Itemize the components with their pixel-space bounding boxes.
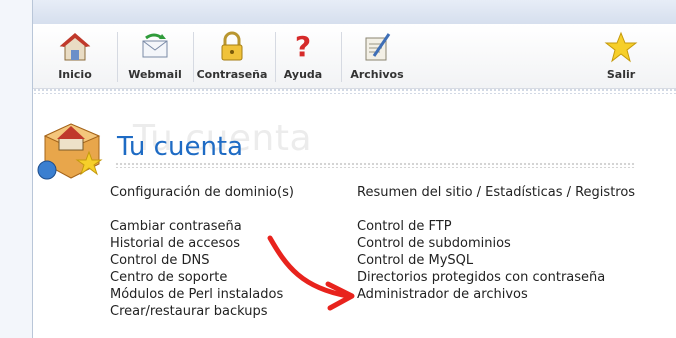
annotation-arrow <box>267 235 355 311</box>
account-box-icon <box>37 123 103 180</box>
link-domain-config[interactable]: Configuración de dominio(s) <box>110 184 294 201</box>
dotted-divider <box>33 88 676 94</box>
toolbar-logout-button[interactable]: Salir <box>599 24 643 88</box>
toolbar-webmail-button[interactable]: Webmail <box>119 24 191 88</box>
link-mysql-control[interactable]: Control de MySQL <box>357 252 635 269</box>
toolbar-files-button[interactable]: Archivos <box>345 24 409 88</box>
star-icon <box>604 31 638 63</box>
page-header: Tu cuenta Tu cuenta <box>37 104 676 184</box>
toolbar-label: Archivos <box>350 68 404 81</box>
link-ftp-control[interactable]: Control de FTP <box>357 218 635 235</box>
page-title: Tu cuenta <box>117 132 244 162</box>
toolbar-label: Salir <box>606 68 636 81</box>
toolbar-label: Ayuda <box>283 68 323 81</box>
toolbar-label: Webmail <box>128 68 182 81</box>
link-protected-directories[interactable]: Directorios protegidos con contraseña <box>357 269 635 286</box>
toolbar-password-button[interactable]: Contraseña <box>191 24 273 88</box>
links-right-column: Resumen del sitio / Estadísticas / Regis… <box>357 184 635 303</box>
lock-icon <box>221 31 243 61</box>
toolbar-label: Inicio <box>58 68 92 81</box>
link-file-manager[interactable]: Administrador de archivos <box>357 286 635 303</box>
home-icon <box>59 33 91 61</box>
toolbar-label: Contraseña <box>196 68 268 81</box>
toolbar: Inicio Webmail Contraseña ? Ayuda Archiv… <box>33 24 676 89</box>
title-dotted-line <box>115 162 635 168</box>
link-subdomains-control[interactable]: Control de subdominios <box>357 235 635 252</box>
help-icon: ? <box>295 30 311 63</box>
webmail-icon <box>142 33 168 58</box>
toolbar-inicio-button[interactable]: Inicio <box>43 24 107 88</box>
svg-text:?: ? <box>295 30 311 63</box>
link-site-summary[interactable]: Resumen del sitio / Estadísticas / Regis… <box>357 184 635 201</box>
files-icon <box>365 33 391 61</box>
toolbar-help-button[interactable]: ? Ayuda <box>275 24 331 88</box>
top-strip <box>33 0 676 25</box>
